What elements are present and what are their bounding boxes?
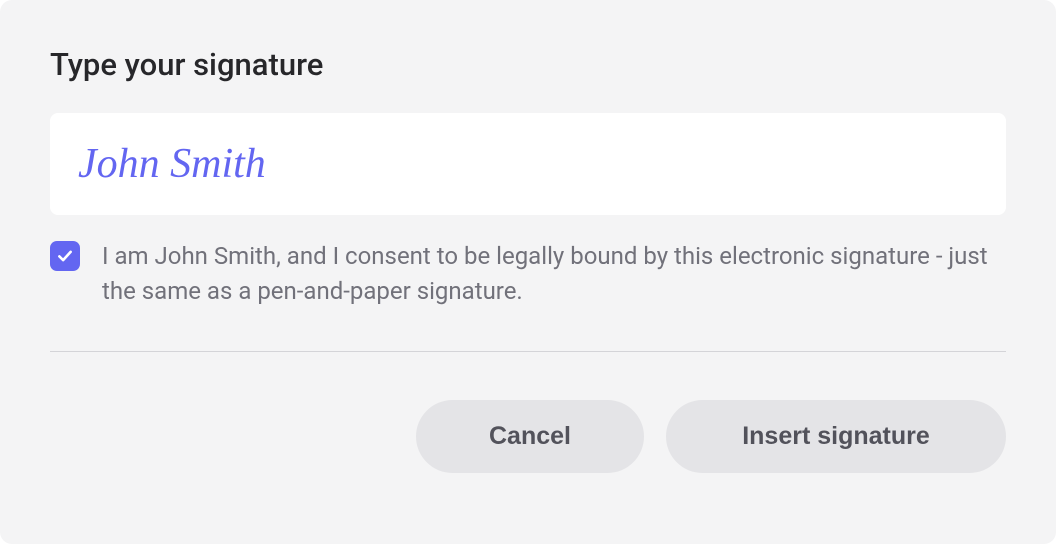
consent-row: I am John Smith, and I consent to be leg… — [50, 239, 1006, 309]
consent-text: I am John Smith, and I consent to be leg… — [102, 239, 1006, 309]
consent-checkbox[interactable] — [50, 241, 80, 271]
cancel-button[interactable]: Cancel — [416, 400, 644, 473]
dialog-actions: Cancel Insert signature — [50, 400, 1006, 473]
insert-signature-button[interactable]: Insert signature — [666, 400, 1006, 473]
dialog-title: Type your signature — [50, 46, 1006, 83]
signature-dialog: Type your signature I am John Smith, and… — [0, 0, 1056, 544]
signature-input[interactable] — [50, 113, 1006, 215]
check-icon — [56, 247, 74, 265]
divider — [50, 351, 1006, 352]
